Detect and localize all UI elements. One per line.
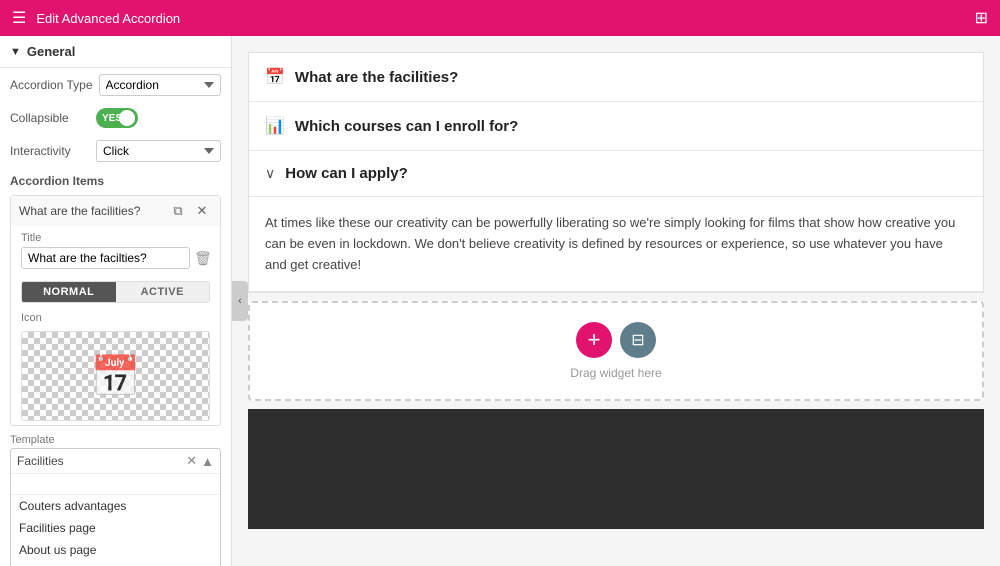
chevron-icon: ∨ (265, 165, 275, 182)
chevron-up-icon[interactable]: ▲ (201, 454, 214, 469)
accordion-widget: 📅 What are the facilities? 📊 Which cours… (248, 52, 984, 293)
collapse-handle[interactable]: ‹ (232, 281, 248, 321)
accordion-row-1[interactable]: 📅 What are the facilities? (249, 53, 983, 102)
title-label: Title (21, 232, 210, 244)
add-widget-button[interactable]: + (576, 322, 612, 358)
template-value: Facilities (17, 454, 64, 468)
menu-icon[interactable]: ☰ (12, 8, 26, 28)
interactivity-row: Interactivity Click (0, 134, 231, 168)
collapsible-toggle[interactable]: YES (96, 108, 138, 128)
calendar-icon: 📅 (91, 353, 141, 400)
accordion-type-row: Accordion Type Accordion (0, 68, 231, 102)
accordion-row-2-title: Which courses can I enroll for? (295, 118, 967, 135)
accordion-items-label: Accordion Items (0, 168, 231, 191)
right-canvas: ‹ 📅 What are the facilities? 📊 Which cou… (232, 36, 1000, 566)
general-section-label: General (27, 44, 75, 59)
icon-preview[interactable]: 📅 (21, 331, 210, 421)
left-panel: ▼ General Accordion Type Accordion Colla… (0, 36, 232, 566)
accordion-row-2[interactable]: 📊 Which courses can I enroll for? (249, 102, 983, 151)
active-tab[interactable]: ACTIVE (116, 282, 210, 302)
drag-widget-area[interactable]: + ⊟ Drag widget here (248, 301, 984, 401)
template-select-container: Facilities ✕ ▲ Couters advantages Facili… (10, 448, 221, 566)
accordion-type-select[interactable]: Accordion (99, 74, 222, 96)
normal-tab[interactable]: NORMAL (22, 282, 116, 302)
template-option-facilities[interactable]: Facilities page (11, 517, 220, 539)
template-options: Couters advantages Facilities page About… (11, 494, 220, 566)
topbar: ☰ Edit Advanced Accordion ⊞ (0, 0, 1000, 36)
move-widget-button[interactable]: ⊟ (620, 322, 656, 358)
accordion-type-label: Accordion Type (10, 78, 93, 92)
interactivity-label: Interactivity (10, 144, 90, 158)
collapsible-row: Collapsible YES (0, 102, 231, 134)
general-section-header[interactable]: ▼ General (0, 36, 231, 68)
topbar-title: Edit Advanced Accordion (36, 11, 180, 26)
template-option-about[interactable]: About us page (11, 539, 220, 561)
accordion-row-3[interactable]: ∨ How can I apply? (249, 151, 983, 197)
accordion-expanded-content: At times like these our creativity can b… (249, 197, 983, 292)
interactivity-select[interactable]: Click (96, 140, 221, 162)
title-input[interactable] (21, 247, 190, 269)
clear-icon[interactable]: ✕ (186, 453, 197, 469)
main-layout: ▼ General Accordion Type Accordion Colla… (0, 36, 1000, 566)
icon-label-text: Icon (11, 309, 220, 327)
template-search-input[interactable] (11, 473, 220, 494)
grid-icon[interactable]: ⊞ (975, 8, 988, 28)
collapsible-label: Collapsible (10, 111, 90, 125)
template-label: Template (0, 430, 231, 448)
trash-icon[interactable]: 🗑 (194, 250, 212, 267)
template-option-couters[interactable]: Couters advantages (11, 495, 220, 517)
template-select-top[interactable]: Facilities ✕ ▲ (11, 449, 220, 473)
plus-icon: + (588, 327, 601, 353)
move-icon: ⊟ (631, 330, 644, 350)
calendar-row-icon: 📅 (265, 67, 285, 87)
dark-footer (248, 409, 984, 529)
state-tabs: NORMAL ACTIVE (21, 281, 210, 303)
drag-widget-label: Drag widget here (570, 366, 661, 380)
accordion-row-3-title: How can I apply? (285, 165, 967, 182)
copy-icon[interactable]: ⧉ (168, 201, 188, 221)
accordion-item-header[interactable]: What are the facilities? ⧉ ✕ (11, 196, 220, 226)
close-icon[interactable]: ✕ (192, 201, 212, 221)
accordion-row-1-title: What are the facilities? (295, 69, 967, 86)
accordion-item-box: What are the facilities? ⧉ ✕ Title 🗑 NOR… (10, 195, 221, 426)
chart-row-icon: 📊 (265, 116, 285, 136)
chevron-down-icon: ▼ (10, 46, 21, 58)
title-section: Title 🗑 (11, 226, 220, 275)
accordion-item-name: What are the facilities? (19, 204, 140, 218)
template-option-contacts[interactable]: Contacts page (11, 561, 220, 566)
